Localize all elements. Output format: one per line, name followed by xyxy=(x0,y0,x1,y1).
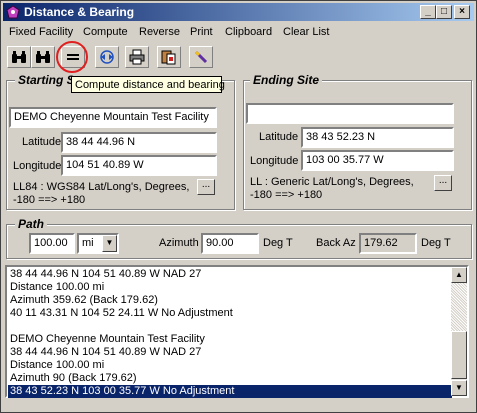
print-button[interactable] xyxy=(125,46,149,68)
binoculars-icon xyxy=(36,51,50,63)
azimuth-label: Azimuth xyxy=(159,237,199,249)
starting-site-title: Starting S xyxy=(15,73,78,87)
azimuth-field[interactable]: 90.00 xyxy=(201,233,259,254)
ending-longitude-field[interactable]: 103 00 35.77 W xyxy=(301,150,454,171)
close-button[interactable]: × xyxy=(454,5,470,19)
ending-site-title: Ending Site xyxy=(250,73,322,87)
chevron-down-icon[interactable]: ▼ xyxy=(102,235,117,252)
list-item[interactable]: Azimuth 359.62 (Back 179.62) xyxy=(10,294,158,307)
starting-latitude-label: Latitude xyxy=(22,136,62,148)
reverse-arrows-icon xyxy=(100,50,114,64)
ending-datum-button[interactable]: ... xyxy=(434,175,452,191)
starting-datum-button[interactable]: ... xyxy=(197,179,215,195)
list-item[interactable]: 38 44 44.96 N 104 51 40.89 W NAD 27 xyxy=(10,268,201,281)
back-az-label: Back Az xyxy=(316,237,356,249)
distance-field[interactable]: 100.00 xyxy=(29,233,75,254)
list-item[interactable]: Azimuth 90 (Back 179.62) xyxy=(10,372,137,385)
menu-fixed-facility[interactable]: Fixed Facility xyxy=(9,26,73,38)
list-item[interactable]: Distance 100.00 mi xyxy=(10,359,104,372)
tooltip: Compute distance and bearing xyxy=(71,76,225,93)
list-item[interactable]: Distance 100.00 mi xyxy=(10,281,104,294)
menu-clipboard[interactable]: Clipboard xyxy=(225,26,272,38)
scroll-thumb[interactable] xyxy=(451,331,467,379)
eraser-wand-icon xyxy=(194,50,208,64)
distance-bearing-window: Distance & Bearing _ □ × Fixed Facility … xyxy=(0,0,477,413)
clear-list-button[interactable] xyxy=(189,46,213,68)
highlight-circle xyxy=(56,41,88,73)
scroll-up-icon[interactable]: ▲ xyxy=(451,267,467,283)
ending-site-name-field[interactable] xyxy=(246,103,454,124)
azimuth-unit: Deg T xyxy=(263,237,293,249)
printer-icon xyxy=(129,49,145,65)
unit-select[interactable]: mi ▼ xyxy=(77,233,119,254)
window-title: Distance & Bearing xyxy=(24,5,135,19)
list-item[interactable]: DEMO Cheyenne Mountain Test Facility xyxy=(10,333,205,346)
list-item[interactable]: 38 44 44.96 N 104 51 40.89 W NAD 27 xyxy=(10,346,201,359)
back-az-field: 179.62 xyxy=(359,233,417,254)
starting-longitude-label: Longitude xyxy=(13,160,62,172)
reverse-button[interactable] xyxy=(95,46,119,68)
title-bar[interactable]: Distance & Bearing _ □ × xyxy=(3,3,474,21)
scroll-track[interactable] xyxy=(451,283,467,331)
menu-bar: Fixed Facility Compute Reverse Print Cli… xyxy=(3,23,474,41)
ending-datum-line1: LL : Generic Lat/Long's, Degrees, xyxy=(250,176,414,188)
app-icon xyxy=(6,5,20,19)
clipboard-button[interactable] xyxy=(157,46,181,68)
binoculars-end-button[interactable] xyxy=(31,46,55,68)
results-list[interactable]: 38 44 44.96 N 104 51 40.89 W NAD 27 Dist… xyxy=(5,265,469,398)
starting-datum-line2: -180 ==> +180 xyxy=(13,194,86,206)
clipboard-icon xyxy=(161,50,176,65)
list-item-selected[interactable]: 38 43 52.23 N 103 00 35.77 W No Adjustme… xyxy=(8,385,452,398)
starting-latitude-field[interactable]: 38 44 44.96 N xyxy=(61,132,217,153)
ending-latitude-field[interactable]: 38 43 52.23 N xyxy=(301,127,454,148)
list-scrollbar[interactable]: ▲ ▼ xyxy=(451,267,467,396)
menu-compute[interactable]: Compute xyxy=(83,26,128,38)
maximize-button[interactable]: □ xyxy=(436,5,452,19)
list-item[interactable]: 40 11 43.31 N 104 52 24.11 W No Adjustme… xyxy=(10,307,233,320)
ending-datum-line2: -180 ==> +180 xyxy=(250,189,323,201)
minimize-button[interactable]: _ xyxy=(420,5,436,19)
starting-longitude-field[interactable]: 104 51 40.89 W xyxy=(61,155,217,176)
binoculars-start-button[interactable] xyxy=(7,46,31,68)
starting-site-name-field[interactable]: DEMO Cheyenne Mountain Test Facility xyxy=(9,107,217,128)
unit-value: mi xyxy=(82,237,94,249)
back-az-unit: Deg T xyxy=(421,237,451,249)
scroll-down-icon[interactable]: ▼ xyxy=(451,380,467,396)
path-title: Path xyxy=(15,217,48,231)
binoculars-icon xyxy=(12,51,26,63)
menu-clear-list[interactable]: Clear List xyxy=(283,26,329,38)
starting-datum-line1: LL84 : WGS84 Lat/Long's, Degrees, xyxy=(13,181,190,193)
ending-latitude-label: Latitude xyxy=(259,131,299,143)
menu-reverse[interactable]: Reverse xyxy=(139,26,180,38)
ending-longitude-label: Longitude xyxy=(250,155,299,167)
menu-print[interactable]: Print xyxy=(190,26,213,38)
